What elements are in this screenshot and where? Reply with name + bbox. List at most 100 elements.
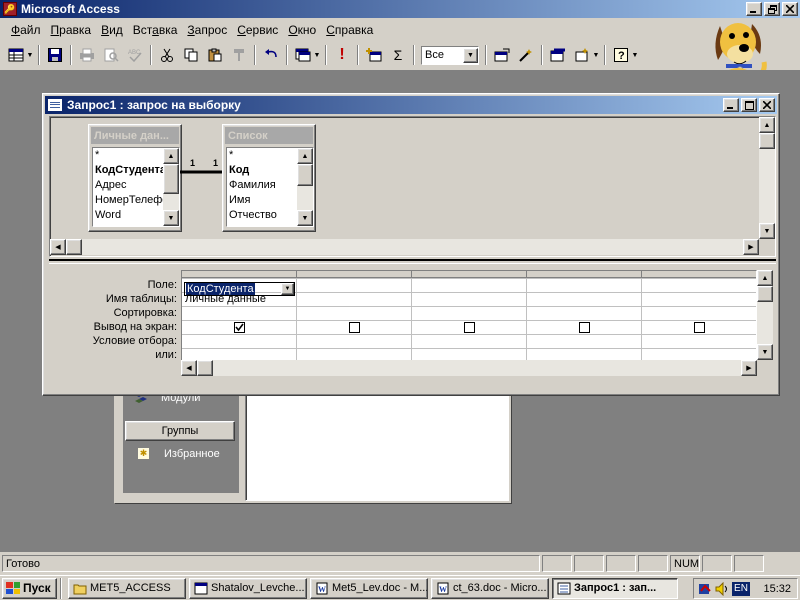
field-list-title[interactable]: Личные дан... [91,127,179,144]
show-checkbox[interactable] [349,322,360,333]
show-checkbox[interactable] [234,322,245,333]
access-key-icon[interactable]: 🔑 [3,2,17,16]
show-checkbox[interactable] [579,322,590,333]
field-list-item[interactable]: Word [93,208,165,223]
scroll-left-button[interactable]: ◀ [181,360,197,376]
menu-query[interactable]: Запрос [182,21,232,39]
scroll-up-button[interactable]: ▲ [297,148,313,164]
field-list-body[interactable]: * Код Фамилия Имя Отчество ▲ ▼ [226,147,314,227]
scroll-thumb[interactable] [163,164,179,194]
column-selector[interactable] [412,271,527,278]
top-values-combo[interactable]: Все ▼ [421,45,479,65]
print-button[interactable] [76,44,98,66]
taskbar-button[interactable]: Wct_63.doc - Micro... [431,577,549,599]
app-close-button[interactable] [782,2,798,16]
show-checkbox[interactable] [694,322,705,333]
help-dropdown-arrow[interactable]: ▼ [631,44,639,66]
menu-window[interactable]: Окно [283,21,321,39]
scroll-up-button[interactable]: ▲ [163,148,179,164]
query-window-title-bar[interactable]: Запрос1 : запрос на выборку [45,96,777,114]
field-list-item[interactable]: Код [227,163,299,178]
taskbar-button[interactable]: Shatalov_Levche... [189,577,307,599]
spelling-button[interactable]: ABC [124,44,146,66]
scroll-down-button[interactable]: ▼ [297,210,313,226]
database-window-button[interactable] [547,44,569,66]
help-button[interactable]: ? [610,44,632,66]
scroll-left-button[interactable]: ◀ [50,239,66,255]
column-selector[interactable] [527,271,642,278]
scroll-down-button[interactable]: ▼ [757,344,773,360]
start-button[interactable]: Пуск [2,577,57,599]
db-object-list[interactable] [245,381,509,501]
column-selector[interactable] [182,271,297,278]
field-list-personal-data[interactable]: Личные дан... * КодСтудента Адрес НомерТеле… [88,124,182,232]
field-list-scrollbar[interactable]: ▲ ▼ [163,148,179,226]
cut-button[interactable] [156,44,178,66]
field-list-item[interactable]: * [93,148,165,163]
scroll-thumb[interactable] [297,164,313,186]
field-list-title[interactable]: Список [225,127,313,144]
taskbar-button[interactable]: MET5_ACCESS [68,577,186,599]
scroll-down-button[interactable]: ▼ [163,210,179,226]
field-list-item[interactable]: НомерТелефона [93,193,179,208]
run-button[interactable]: ! [331,44,353,66]
scroll-thumb[interactable] [757,286,773,302]
database-window[interactable]: Модули Группы ✱ Избранное [114,380,512,504]
field-list-item[interactable]: Имя [227,193,299,208]
show-checkbox[interactable] [464,322,475,333]
undo-button[interactable] [260,44,282,66]
paste-button[interactable] [204,44,226,66]
volume-icon[interactable] [715,581,729,596]
menu-help[interactable]: Справка [321,21,378,39]
save-button[interactable] [44,44,66,66]
new-object-button[interactable] [571,44,593,66]
menu-tools[interactable]: Сервис [232,21,283,39]
taskbar-button[interactable]: Запрос1 : зап... [552,577,678,599]
scroll-thumb[interactable] [66,239,82,255]
scroll-thumb[interactable] [197,360,213,376]
tray-app-icon[interactable] [698,582,712,596]
query-close-button[interactable] [759,98,775,112]
new-object-dropdown-arrow[interactable]: ▼ [592,44,600,66]
grid-column[interactable]: КодСтудента ▼ Личные данные [182,271,297,361]
field-dropdown-button[interactable]: ▼ [281,283,294,295]
db-favorites-item[interactable]: ✱ Избранное [137,447,220,460]
column-selector[interactable] [297,271,412,278]
grid-column[interactable] [527,271,642,361]
grid-column[interactable] [297,271,412,361]
grid-vscroll[interactable]: ▲ ▼ [757,270,773,360]
field-list-list[interactable]: Список * Код Фамилия Имя Отчество ▲ ▼ [222,124,316,232]
grid-hscroll[interactable]: ◀ ▶ [181,360,757,376]
grid-column[interactable] [412,271,527,361]
query-maximize-button[interactable] [741,98,757,112]
menu-insert[interactable]: Вставка [128,21,183,39]
table-pane-hscroll[interactable]: ◀ ▶ [50,239,759,255]
column-selector[interactable] [642,271,756,278]
db-groups-button[interactable]: Группы [125,421,235,441]
field-list-item[interactable]: Фамилия [227,178,299,193]
scroll-right-button[interactable]: ▶ [741,360,757,376]
qbe-grid[interactable]: КодСтудента ▼ Личные данные [181,270,757,362]
grid-column[interactable] [642,271,756,361]
print-preview-button[interactable] [100,44,122,66]
totals-button[interactable]: Σ [387,44,409,66]
app-title-bar[interactable]: 🔑 Microsoft Access [0,0,800,18]
properties-button[interactable] [491,44,513,66]
menu-edit[interactable]: Правка [46,21,97,39]
scroll-thumb[interactable] [759,133,775,149]
scroll-down-button[interactable]: ▼ [759,223,775,239]
table-pane-vscroll[interactable]: ▲ ▼ [759,117,775,239]
view-button[interactable] [5,44,27,66]
format-painter-button[interactable] [228,44,250,66]
table-pane[interactable]: Личные дан... * КодСтудента Адрес НомерТеле… [49,116,776,257]
menu-view[interactable]: Вид [96,21,128,39]
show-table-button[interactable] [363,44,385,66]
pane-splitter[interactable] [49,259,776,264]
query-minimize-button[interactable] [723,98,739,112]
copy-button[interactable] [180,44,202,66]
taskbar-button[interactable]: W Met5_Lev.doc - M... [310,577,428,599]
scroll-right-button[interactable]: ▶ [743,239,759,255]
scroll-up-button[interactable]: ▲ [759,117,775,133]
keyboard-language-indicator[interactable]: EN [732,581,750,596]
scroll-up-button[interactable]: ▲ [757,270,773,286]
